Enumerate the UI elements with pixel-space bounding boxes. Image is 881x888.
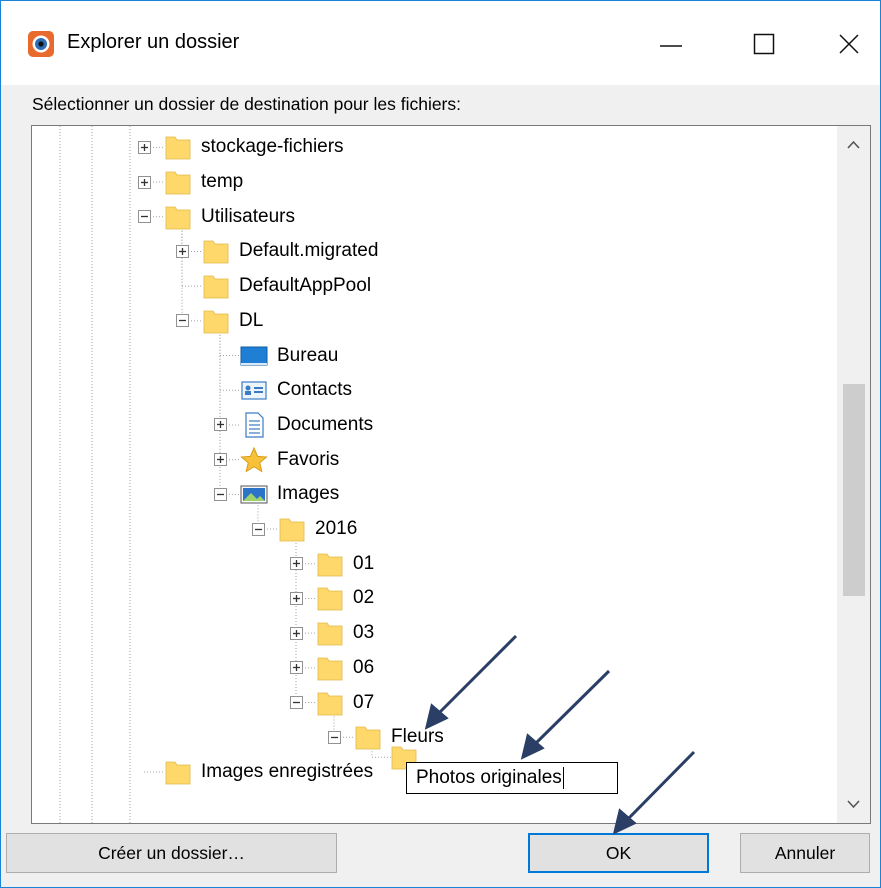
dialog-window: Explorer un dossier Sélectionner un doss… <box>0 0 881 888</box>
tree-node[interactable]: 07 <box>316 686 374 720</box>
ok-button[interactable]: OK <box>528 833 709 873</box>
tree-node-label: 06 <box>353 656 375 678</box>
title-bar: Explorer un dossier <box>1 1 880 85</box>
minimize-icon <box>660 45 682 47</box>
tree-node-label: Images <box>277 483 340 505</box>
folder-icon <box>317 588 343 611</box>
expand-icon[interactable] <box>289 661 303 675</box>
maximize-button[interactable] <box>736 19 792 69</box>
window-title: Explorer un dossier <box>67 31 240 53</box>
folder-icon <box>355 726 381 750</box>
tree-node-label: temp <box>201 171 244 193</box>
tree-node-label: 02 <box>353 587 375 609</box>
tree-node[interactable]: 2016 <box>278 512 357 546</box>
tree-node[interactable]: Fleurs <box>354 720 444 754</box>
folder-icon <box>203 310 229 334</box>
tree-node-label: 01 <box>353 552 375 574</box>
tree-node-label: 2016 <box>315 518 358 540</box>
rename-folder-text: Photos originales <box>416 767 562 788</box>
create-folder-button[interactable]: Créer un dossier… <box>6 833 337 873</box>
contacts-icon <box>241 381 267 400</box>
tree-node[interactable]: 02 <box>316 581 374 615</box>
tree-node[interactable]: temp <box>164 165 243 199</box>
cancel-button[interactable]: Annuler <box>740 833 870 873</box>
folder-icon <box>165 136 191 160</box>
tree-node[interactable]: Contacts <box>240 373 352 407</box>
tree-node-label: Contacts <box>277 379 352 401</box>
tree-node[interactable]: stockage-fichiers <box>164 130 344 164</box>
rename-folder-input[interactable]: Photos originales <box>406 762 618 794</box>
folder-icon <box>317 692 343 715</box>
folder-icon <box>203 241 229 264</box>
collapse-icon[interactable] <box>289 696 303 710</box>
scroll-up-button[interactable] <box>837 126 870 164</box>
folder-icon <box>203 275 229 299</box>
scroll-thumb[interactable] <box>843 384 865 596</box>
collapse-icon[interactable] <box>327 730 341 744</box>
close-icon <box>839 34 859 54</box>
chevron-up-icon <box>847 140 860 149</box>
scroll-down-button[interactable] <box>837 785 870 823</box>
folder-icon <box>165 206 191 230</box>
tree-connector-lines <box>59 126 392 823</box>
tree-node[interactable]: Utilisateurs <box>164 200 295 234</box>
expand-icon[interactable] <box>289 626 303 640</box>
folder-icon <box>165 761 191 785</box>
tree-node-label: DefaultAppPool <box>239 275 372 297</box>
desktop-icon <box>240 346 268 366</box>
tree-node-label: DL <box>239 309 264 331</box>
star-icon <box>240 446 268 473</box>
folder-icon <box>317 657 343 681</box>
folder-icon <box>279 518 305 542</box>
pictures-icon <box>240 485 268 504</box>
expand-icon[interactable] <box>137 175 151 189</box>
tree-node-label: Utilisateurs <box>201 205 295 227</box>
text-caret <box>562 766 564 789</box>
expand-icon[interactable] <box>175 244 189 258</box>
tree-node-label: Documents <box>277 413 374 435</box>
tree-node-label: stockage-fichiers <box>201 136 344 158</box>
chevron-down-icon <box>847 800 860 809</box>
folder-tree[interactable]: stockage-fichiers temp Utilisateurs Default… <box>31 125 871 824</box>
tree-node[interactable]: Bureau <box>240 339 338 373</box>
tree-node[interactable]: Images enregistrées <box>164 755 373 789</box>
expand-icon[interactable] <box>137 140 151 154</box>
close-button[interactable] <box>821 19 877 69</box>
documents-icon <box>245 412 264 438</box>
tree-node[interactable]: Default.migrated <box>202 234 378 268</box>
tree-node-label: Favoris <box>277 448 340 470</box>
tree-node-label: Images enregistrées <box>201 760 374 782</box>
collapse-icon[interactable] <box>137 210 151 224</box>
expand-icon[interactable] <box>213 453 227 467</box>
tree-node-label: 07 <box>353 691 375 713</box>
tree-node[interactable]: Favoris <box>240 443 339 477</box>
tree-node[interactable]: Images <box>240 477 339 511</box>
expand-icon[interactable] <box>213 418 227 432</box>
tree-node-label: 03 <box>353 622 375 644</box>
tree-node[interactable]: Documents <box>240 408 373 442</box>
maximize-icon <box>753 33 775 55</box>
collapse-icon[interactable] <box>175 314 189 328</box>
instruction-text: Sélectionner un dossier de destination p… <box>32 94 461 114</box>
collapse-icon[interactable] <box>251 522 265 536</box>
tree-node[interactable]: DL <box>202 304 263 338</box>
minimize-button[interactable] <box>643 19 699 69</box>
tree-node-label: Default.migrated <box>239 240 379 262</box>
expand-icon[interactable] <box>289 591 303 605</box>
collapse-icon[interactable] <box>213 487 227 501</box>
tree-node[interactable]: DefaultAppPool <box>202 269 371 303</box>
folder-icon <box>165 171 191 195</box>
tree-node[interactable]: 03 <box>316 616 374 650</box>
tree-node-label: Fleurs <box>391 726 444 748</box>
tree-node-label: Bureau <box>277 344 339 366</box>
tree-node[interactable]: 01 <box>316 547 374 581</box>
tree-node[interactable]: 06 <box>316 651 374 685</box>
vertical-scrollbar[interactable] <box>837 126 870 823</box>
folder-icon <box>317 553 343 577</box>
expand-icon[interactable] <box>289 557 303 571</box>
app-icon <box>28 31 54 57</box>
folder-icon <box>317 622 343 646</box>
